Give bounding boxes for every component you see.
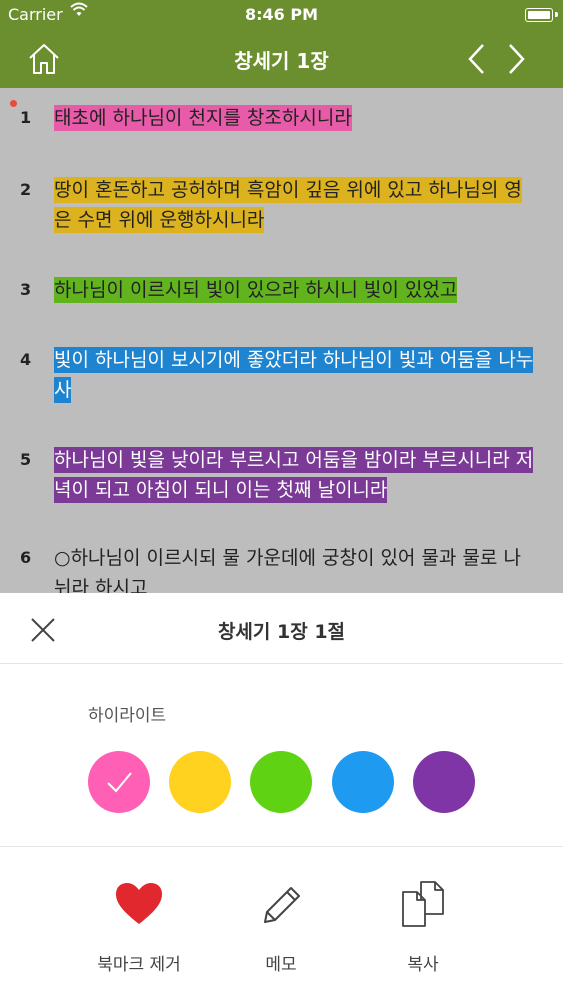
verse-text: 하나님이 이르시되 빛이 있으라 하시니 빛이 있었고 [54,277,458,303]
remove-bookmark-label: 북마크 제거 [97,955,181,975]
verse-number: 2 [20,180,32,199]
battery-tip [555,12,558,17]
memo-button[interactable]: 메모 [211,878,351,975]
divider [0,846,563,847]
verse-number: 1 [20,108,32,127]
verse-number: 6 [20,548,32,567]
sheet-title: 창세기 1장 1절 [217,621,346,643]
highlight-color-yellow[interactable] [169,751,231,813]
verse-text: 땅이 혼돈하고 공허하며 흑암이 깊음 위에 있고 하나님의 영은 수면 위에 … [54,177,522,233]
battery-icon [525,8,553,22]
verse-text: 태초에 하나님이 천지를 창조하시니라 [54,105,352,131]
status-bar: Carrier 8:46 PM [0,0,563,30]
highlight-color-blue[interactable] [332,751,394,813]
highlight-color-pink[interactable] [88,751,150,813]
verse-action-sheet: 창세기 1장 1절 하이라이트 북마크 제거 메모 복사 [0,593,563,1000]
verse-number: 3 [20,280,32,299]
verse-text: 하나님이 빛을 낮이라 부르시고 어둠을 밤이라 부르시니라 저녁이 되고 아침… [54,447,534,503]
highlight-color-green[interactable] [250,751,312,813]
check-icon [107,772,132,793]
status-time: 8:46 PM [244,5,318,24]
copy-button[interactable]: 복사 [353,878,493,975]
verse-text: ○하나님이 이르시되 물 가운데에 궁창이 있어 물과 물로 나뉘라 하시고 [54,547,521,593]
remove-bookmark-button[interactable]: 북마크 제거 [69,878,209,975]
copy-icon [402,881,444,927]
bookmark-dot [10,100,17,107]
verse-number: 4 [20,350,32,369]
chevron-right-icon[interactable] [503,42,529,76]
highlight-color-purple[interactable] [413,751,475,813]
pencil-icon [264,887,300,923]
verse-list: 1 태초에 하나님이 천지를 창조하시니라 2 땅이 혼돈하고 공허하며 흑암이… [0,88,563,593]
nav-bar: 창세기 1장 [0,30,563,88]
heart-icon [116,883,162,924]
highlight-label: 하이라이트 [88,706,167,726]
verse-text: 빛이 하나님이 보시기에 좋았더라 하나님이 빛과 어둠을 나누사 [54,347,534,403]
copy-label: 복사 [407,955,439,975]
verse-number: 5 [20,450,32,469]
sheet-header: 창세기 1장 1절 [0,593,563,664]
chevron-left-icon[interactable] [464,42,490,76]
memo-label: 메모 [265,955,297,975]
